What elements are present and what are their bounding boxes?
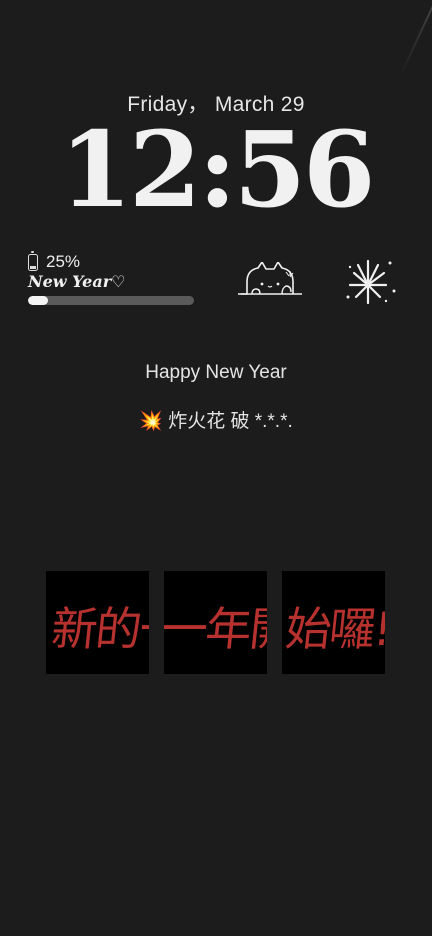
banner-card-1-text: 新的一 [48,602,149,656]
battery-row: 25% [28,250,81,272]
banner-card-2[interactable]: 一年開 [164,571,267,674]
fireworks-icon[interactable] [342,255,398,314]
phone-battery-icon [28,250,38,271]
banner-card-1[interactable]: 新的一 [46,571,149,674]
battery-caption: New Year♡ [28,272,126,291]
battery-widget[interactable]: 25% New Year♡ [28,250,198,310]
battery-progress-fill [28,296,48,305]
lockscreen-time: 12:56 [59,108,376,231]
burst-line: 💥 炸火花 破 *.*.*. [0,406,432,433]
greeting-text: Happy New Year [145,362,287,383]
collision-emoji-icon: 💥 [139,411,163,432]
battery-percent: 25% [46,252,81,271]
battery-progress-track [28,296,194,305]
banner-card-2-text: 一年開 [164,602,267,656]
banner-card-3[interactable]: 始囉! [282,571,385,674]
wallpaper-streak [399,3,432,77]
cat-peeking-icon[interactable] [238,261,302,303]
burst-text: 炸火花 破 *.*.*. [168,411,293,432]
banner-card-3-text: 始囉! [282,602,385,656]
